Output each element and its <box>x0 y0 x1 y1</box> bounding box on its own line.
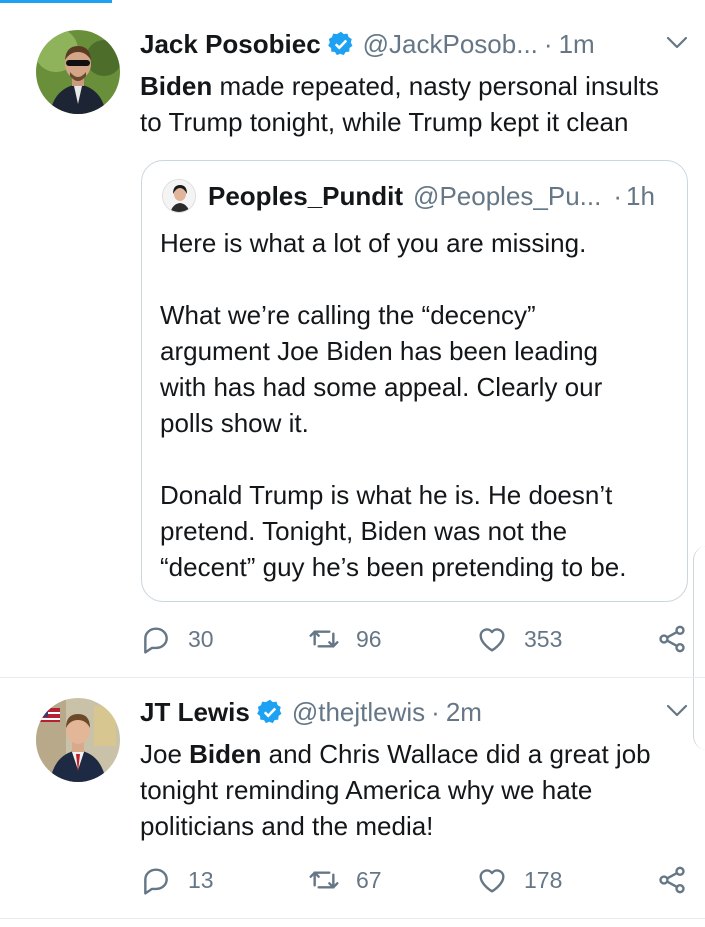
quoted-text-line: Donald Trump is what he is. He doesn’t <box>160 480 613 510</box>
avatar[interactable] <box>36 30 120 114</box>
verified-badge-icon <box>256 699 282 724</box>
quoted-text-line: pretend. Tonight, Biden was not the <box>160 516 568 546</box>
tweet-header: Jack Posobiec @JackPosob... · 1m <box>140 27 595 61</box>
tweet-text-line: Biden made repeated, nasty personal insu… <box>140 71 659 101</box>
quoted-text-line: Here is what a lot of you are missing. <box>160 228 587 258</box>
reply-count: 13 <box>188 866 214 893</box>
tweet-text-line: tonight reminding America why we hate <box>140 775 593 805</box>
tweet-actions: 30 96 353 <box>140 621 700 657</box>
share-icon <box>659 866 685 894</box>
tweet-text: Joe Biden and Chris Wallace did a great … <box>140 736 651 844</box>
quoted-timestamp: 1h <box>626 180 655 211</box>
quoted-text-line: What we’re calling the “decency” <box>160 300 536 330</box>
reply-button[interactable]: 13 <box>140 862 214 898</box>
tweet-1[interactable]: Jack Posobiec @JackPosob... · 1m Biden m… <box>0 0 705 676</box>
retweet-count: 96 <box>356 625 382 652</box>
display-name[interactable]: Jack Posobiec <box>140 29 321 60</box>
tweet-text-line: to Trump tonight, while Trump kept it cl… <box>140 107 629 137</box>
like-button[interactable]: 178 <box>476 862 562 898</box>
chevron-down-icon[interactable] <box>666 704 688 718</box>
like-icon <box>479 628 505 652</box>
quoted-text-line: “decent” guy he’s been pretending to be. <box>160 552 627 582</box>
timestamp[interactable]: 2m <box>446 697 482 728</box>
quoted-text-line: polls show it. <box>160 408 309 438</box>
reply-count: 30 <box>188 625 214 652</box>
quoted-tweet[interactable]: Peoples_Pundit @Peoples_Pu... · 1h Here … <box>141 160 688 602</box>
like-count: 353 <box>524 625 563 652</box>
username[interactable]: @JackPosob... <box>363 29 538 60</box>
reply-icon <box>144 627 168 654</box>
like-button[interactable]: 353 <box>476 621 562 657</box>
like-count: 178 <box>524 866 563 893</box>
avatar[interactable] <box>36 698 120 782</box>
share-button[interactable] <box>656 862 704 898</box>
timestamp[interactable]: 1m <box>559 29 595 60</box>
separator: · <box>613 180 623 211</box>
separator: · <box>431 696 440 727</box>
quoted-display-name: Peoples_Pundit <box>208 180 404 211</box>
like-icon <box>479 869 505 893</box>
quoted-username: @Peoples_Pu... <box>413 180 602 211</box>
username[interactable]: @thejtlewis <box>292 697 425 728</box>
verified-badge-icon <box>327 31 353 56</box>
retweet-icon <box>309 871 339 889</box>
tweet-actions: 13 67 178 <box>140 862 700 898</box>
retweet-count: 67 <box>356 866 382 893</box>
reply-button[interactable]: 30 <box>140 621 214 657</box>
quoted-header: Peoples_Pundit @Peoples_Pu... · 1h <box>208 179 655 213</box>
chevron-down-icon[interactable] <box>666 36 688 50</box>
retweet-button[interactable]: 67 <box>308 862 382 898</box>
quoted-avatar <box>162 179 196 213</box>
tweet-text-line: politicians and the media! <box>140 811 434 841</box>
quoted-text-line: with has had some appeal. Clearly our <box>160 372 603 402</box>
tweet-2[interactable]: JT Lewis @thejtlewis · 2m Joe Biden and … <box>0 678 705 918</box>
retweet-icon <box>309 630 339 648</box>
share-icon <box>659 625 685 653</box>
separator: · <box>543 28 553 59</box>
quoted-text-line: argument Joe Biden has been leading <box>160 336 598 366</box>
tweet-text-line: Joe Biden and Chris Wallace did a great … <box>140 739 651 769</box>
display-name[interactable]: JT Lewis <box>140 697 250 728</box>
tweet-text: Biden made repeated, nasty personal insu… <box>140 68 659 140</box>
tweet-divider <box>0 918 705 919</box>
retweet-button[interactable]: 96 <box>308 621 382 657</box>
tweet-header: JT Lewis @thejtlewis · 2m <box>140 695 482 729</box>
reply-icon <box>144 868 168 895</box>
